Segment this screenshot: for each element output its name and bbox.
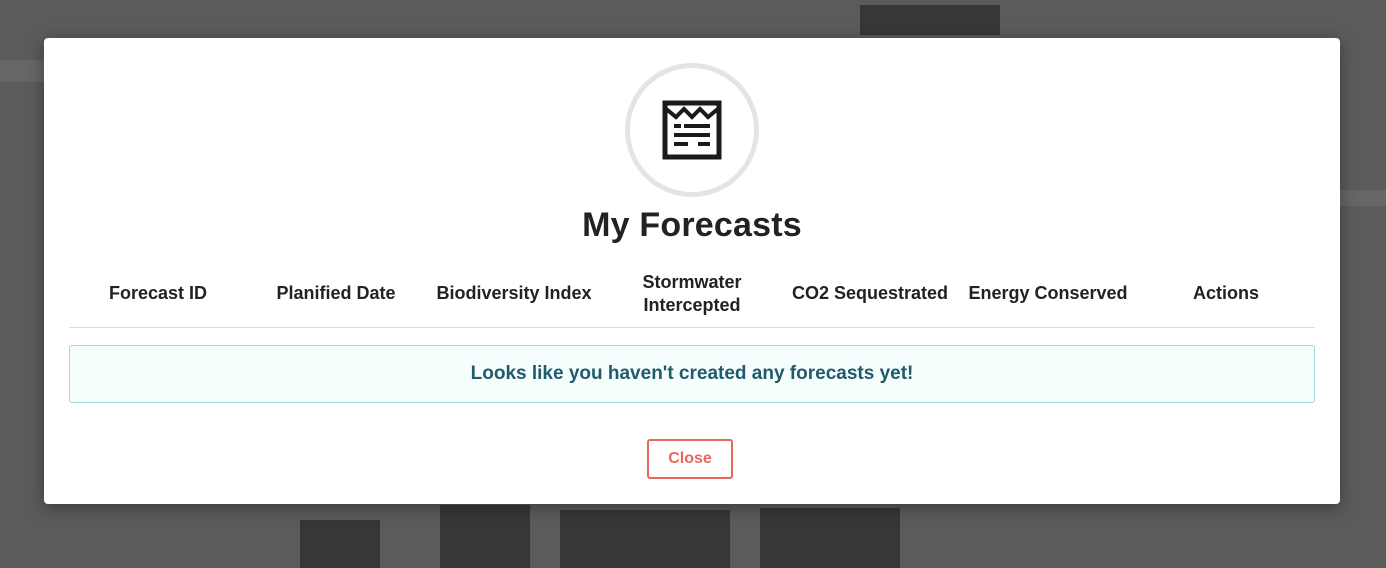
column-biodiversity-index: Biodiversity Index [436,283,592,303]
column-stormwater-intercepted: Stormwater Intercepted [642,271,742,315]
forecast-table-header: Forecast ID Planified Date Biodiversity … [69,260,1315,328]
close-button[interactable]: Close [647,439,733,479]
column-planified-date: Planified Date [276,283,396,303]
modal-icon-circle [625,63,759,197]
modal-title: My Forecasts [582,206,802,244]
forecast-document-icon [662,100,722,160]
column-co2-sequestrated: CO2 Sequestrated [791,283,949,303]
forecasts-modal: My Forecasts Forecast ID Planified Date … [44,38,1340,504]
column-forecast-id: Forecast ID [108,283,208,303]
empty-forecasts-message: Looks like you haven't created any forec… [69,345,1315,403]
column-energy-conserved: Energy Conserved [968,283,1128,303]
column-actions: Actions [1192,283,1259,303]
